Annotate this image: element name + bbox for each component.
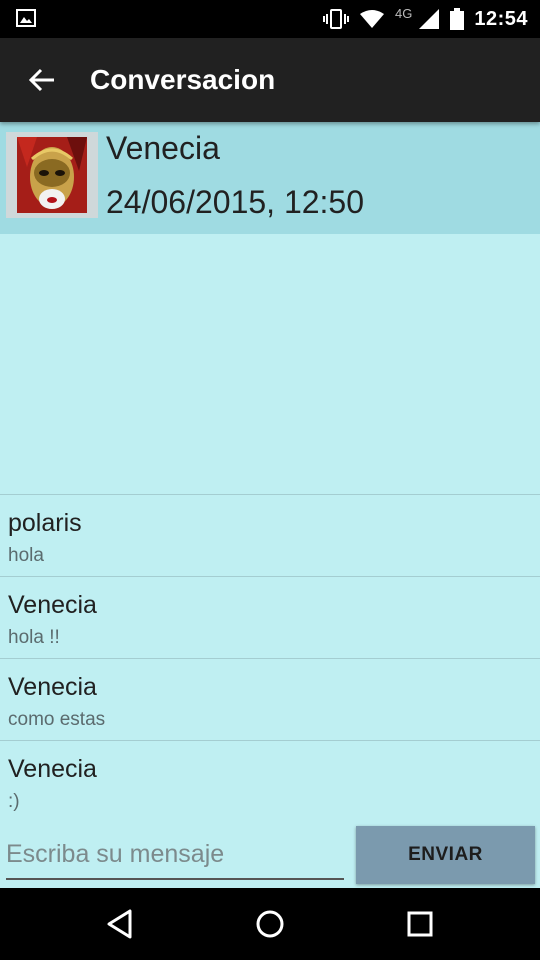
home-circle-icon[interactable] bbox=[252, 906, 288, 942]
image-icon bbox=[16, 9, 36, 27]
message-text: como estas bbox=[8, 709, 106, 730]
message-text: hola bbox=[8, 545, 44, 566]
message-item[interactable]: Venecia :) bbox=[0, 740, 540, 822]
back-triangle-icon[interactable] bbox=[102, 906, 138, 942]
message-item[interactable]: polaris hola bbox=[0, 494, 540, 576]
back-button[interactable] bbox=[24, 62, 60, 98]
message-sender: Venecia bbox=[8, 755, 97, 783]
contact-header: Venecia 24/06/2015, 12:50 bbox=[0, 122, 540, 234]
conversation-datetime: 24/06/2015, 12:50 bbox=[106, 184, 365, 220]
page-title: Conversacion bbox=[90, 64, 276, 95]
wifi-icon bbox=[360, 10, 384, 28]
battery-icon bbox=[450, 8, 465, 30]
app-toolbar: Conversacion bbox=[0, 38, 540, 122]
message-sender: Venecia bbox=[8, 673, 97, 701]
vibrate-icon bbox=[323, 9, 349, 29]
cell-signal-icon bbox=[419, 9, 440, 29]
send-button[interactable]: ENVIAR bbox=[356, 826, 535, 884]
arrow-back-icon bbox=[28, 68, 54, 92]
avatar[interactable] bbox=[6, 132, 98, 218]
network-type-label: 4G bbox=[395, 5, 413, 21]
contact-name: Venecia bbox=[106, 130, 220, 166]
recents-square-icon[interactable] bbox=[402, 906, 438, 942]
empty-space bbox=[0, 234, 540, 494]
message-sender: Venecia bbox=[8, 591, 97, 619]
message-item[interactable]: Venecia como estas bbox=[0, 658, 540, 740]
status-bar: 4G 12:54 bbox=[0, 0, 540, 38]
status-time: 12:54 bbox=[474, 7, 528, 30]
venetian-mask-image bbox=[17, 137, 87, 213]
message-text: :) bbox=[8, 791, 20, 812]
message-item[interactable]: Venecia hola !! bbox=[0, 576, 540, 658]
message-input[interactable] bbox=[6, 830, 344, 880]
message-list: polaris hola Venecia hola !! Venecia com… bbox=[0, 494, 540, 822]
navigation-bar bbox=[0, 888, 540, 960]
message-sender: polaris bbox=[8, 509, 82, 537]
message-composer: ENVIAR bbox=[0, 826, 540, 888]
message-text: hola !! bbox=[8, 627, 60, 648]
